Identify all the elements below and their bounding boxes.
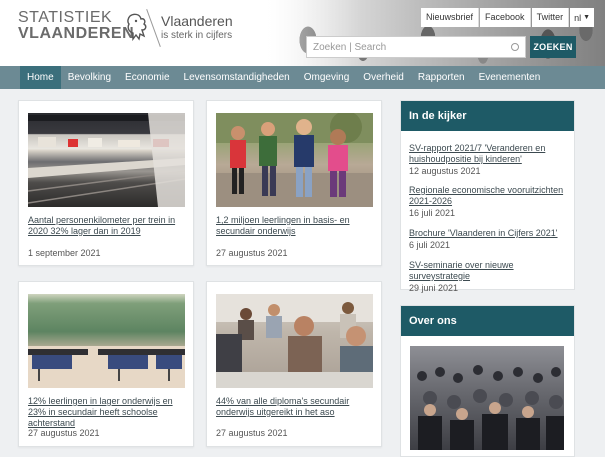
students-exam-photo[interactable] [216, 294, 373, 388]
item-title[interactable]: Regionale economische vooruitzichten 202… [409, 185, 569, 207]
card-title[interactable]: 44% van alle diploma's secundair onderwi… [216, 396, 378, 418]
main-nav: Home Bevolking Economie Levensomstandigh… [0, 66, 605, 89]
news-card[interactable]: 44% van alle diploma's secundair onderwi… [206, 281, 382, 447]
logo-line1: STATISTIEK [18, 9, 113, 26]
language-selector[interactable]: nl ▼ [570, 8, 595, 27]
top-links: Nieuwsbrief Facebook Twitter nl ▼ [421, 8, 595, 27]
card-date: 1 september 2021 [28, 248, 101, 258]
news-card[interactable]: 12% leerlingen in lager onderwijs en 23%… [18, 281, 194, 447]
classroom-photo[interactable] [28, 294, 185, 388]
in-de-kijker-panel: In de kijker SV-rapport 2021/7 'Verander… [400, 100, 575, 293]
nav-item-evenementen[interactable]: Evenementen [472, 66, 548, 89]
card-date: 27 augustus 2021 [216, 428, 288, 438]
crowd-photo[interactable] [410, 346, 564, 450]
over-ons-heading: Over ons [401, 306, 574, 336]
site-header: STATISTIEK VLAANDEREN Vlaanderen is ster… [0, 0, 605, 66]
card-date: 27 augustus 2021 [216, 248, 288, 258]
nav-item-home[interactable]: Home [20, 66, 61, 89]
flemish-lion-icon [127, 13, 147, 42]
list-item[interactable]: Regionale economische vooruitzichten 202… [409, 185, 569, 218]
over-ons-panel: Over ons [400, 305, 575, 457]
item-date: 12 augustus 2021 [409, 166, 481, 176]
vlaanderen-brand-subtitle: is sterk in cijfers [161, 30, 233, 41]
card-title[interactable]: Aantal personenkilometer per trein in 20… [28, 215, 190, 237]
list-item[interactable]: SV-seminarie over nieuwe surveystrategie… [409, 260, 569, 293]
item-date: 6 juli 2021 [409, 240, 451, 250]
facebook-link[interactable]: Facebook [480, 8, 531, 27]
clear-search-icon[interactable] [511, 43, 519, 51]
news-card[interactable]: Aantal personenkilometer per trein in 20… [18, 100, 194, 266]
item-title[interactable]: Brochure 'Vlaanderen in Cijfers 2021' [409, 228, 569, 239]
item-date: 16 juli 2021 [409, 208, 456, 218]
card-title[interactable]: 12% leerlingen in lager onderwijs en 23%… [28, 396, 190, 429]
nav-item-overheid[interactable]: Overheid [356, 66, 411, 89]
nav-item-omgeving[interactable]: Omgeving [297, 66, 357, 89]
search-input[interactable] [313, 41, 511, 53]
newsletter-link[interactable]: Nieuwsbrief [421, 8, 480, 27]
nav-item-economie[interactable]: Economie [118, 66, 176, 89]
chevron-down-icon: ▼ [583, 14, 591, 21]
search-field[interactable] [306, 36, 526, 58]
children-walking-photo[interactable] [216, 113, 373, 207]
vlaanderen-brand-title: Vlaanderen [161, 13, 233, 29]
list-item[interactable]: SV-rapport 2021/7 'Veranderen en huishou… [409, 143, 569, 176]
logo-line2: VLAANDEREN [18, 25, 135, 42]
search-button[interactable]: ZOEKEN [530, 36, 576, 58]
statistiek-vlaanderen-logo[interactable]: STATISTIEK VLAANDEREN [18, 10, 134, 42]
card-title[interactable]: 1,2 miljoen leerlingen in basis- en secu… [216, 215, 378, 237]
item-title[interactable]: SV-rapport 2021/7 'Veranderen en huishou… [409, 143, 569, 165]
nav-item-levensomstandigheden[interactable]: Levensomstandigheden [177, 66, 297, 89]
list-item[interactable]: Brochure 'Vlaanderen in Cijfers 2021' 6 … [409, 228, 569, 250]
language-label: nl [574, 12, 582, 23]
nav-item-rapporten[interactable]: Rapporten [411, 66, 472, 89]
item-date: 29 juni 2021 [409, 283, 459, 293]
card-date: 27 augustus 2021 [28, 428, 100, 438]
news-card[interactable]: 1,2 miljoen leerlingen in basis- en secu… [206, 100, 382, 266]
item-title[interactable]: SV-seminarie over nieuwe surveystrategie [409, 260, 569, 282]
twitter-link[interactable]: Twitter [531, 8, 570, 27]
nav-item-bevolking[interactable]: Bevolking [61, 66, 118, 89]
in-de-kijker-heading: In de kijker [401, 101, 574, 131]
train-station-photo[interactable] [28, 113, 185, 207]
